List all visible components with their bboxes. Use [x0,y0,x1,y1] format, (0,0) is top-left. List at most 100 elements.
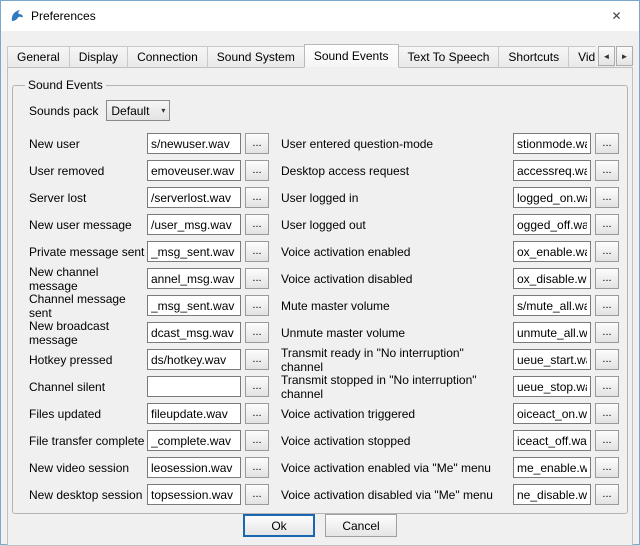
browse-button[interactable]: ... [245,484,269,505]
sound-event-file-input[interactable] [147,376,241,397]
browse-button[interactable]: ... [595,457,619,478]
tab-text-to-speech[interactable]: Text To Speech [398,46,500,67]
sound-event-file-input[interactable] [147,349,241,370]
sound-event-row: Transmit ready in "No interruption" chan… [281,349,619,370]
sounds-pack-value: Default [111,104,149,118]
sound-event-label: Voice activation enabled [281,245,513,259]
sounds-pack-label: Sounds pack [29,104,98,118]
tab-scroll-right-button[interactable]: ► [616,46,633,66]
sound-event-file-input[interactable] [513,133,591,154]
sound-event-label: Hotkey pressed [29,353,147,367]
browse-button[interactable]: ... [595,187,619,208]
sound-event-row: Hotkey pressed ... [29,349,269,370]
sound-events-columns: New user ... User removed ... Server los… [21,133,619,505]
sound-event-file-input[interactable] [147,484,241,505]
browse-button[interactable]: ... [245,349,269,370]
sound-event-row: Channel silent ... [29,376,269,397]
browse-button[interactable]: ... [245,268,269,289]
browse-button[interactable]: ... [245,457,269,478]
sounds-pack-select[interactable]: Default ▾ [106,100,170,121]
sound-event-file-input[interactable] [513,268,591,289]
browse-button[interactable]: ... [595,376,619,397]
sound-event-file-input[interactable] [513,430,591,451]
sound-event-file-input[interactable] [513,457,591,478]
browse-button[interactable]: ... [595,295,619,316]
browse-button[interactable]: ... [245,430,269,451]
sound-event-label: Transmit stopped in "No interruption" ch… [281,373,513,401]
sound-event-label: Voice activation disabled via "Me" menu [281,488,513,502]
sound-event-row: Voice activation disabled ... [281,268,619,289]
sound-event-file-input[interactable] [147,322,241,343]
browse-button[interactable]: ... [245,241,269,262]
sound-event-file-input[interactable] [513,376,591,397]
browse-button[interactable]: ... [595,133,619,154]
sound-event-file-input[interactable] [513,349,591,370]
sound-event-label: Files updated [29,407,147,421]
browse-button[interactable]: ... [245,133,269,154]
browse-button[interactable]: ... [595,268,619,289]
browse-button[interactable]: ... [245,214,269,235]
sound-event-file-input[interactable] [147,430,241,451]
sound-event-label: Channel message sent [29,292,147,320]
tab-scroll-left-button[interactable]: ◄ [598,46,615,66]
tab-display[interactable]: Display [69,46,128,67]
tab-sound-system[interactable]: Sound System [207,46,305,67]
browse-button[interactable]: ... [595,214,619,235]
sound-event-label: User removed [29,164,147,178]
sound-event-file-input[interactable] [147,187,241,208]
browse-button[interactable]: ... [595,160,619,181]
tab-general[interactable]: General [7,46,70,67]
sound-event-file-input[interactable] [147,403,241,424]
tab-shortcuts[interactable]: Shortcuts [498,46,569,67]
sound-event-label: File transfer complete [29,434,147,448]
browse-button[interactable]: ... [595,430,619,451]
browse-button[interactable]: ... [245,376,269,397]
browse-button[interactable]: ... [245,322,269,343]
sound-event-file-input[interactable] [147,268,241,289]
sound-event-file-input[interactable] [513,160,591,181]
sound-event-file-input[interactable] [513,214,591,235]
sound-event-file-input[interactable] [147,295,241,316]
tab-sound-events[interactable]: Sound Events [304,44,399,68]
sound-event-file-input[interactable] [513,241,591,262]
tab-bar: General Display Connection Sound System … [7,44,633,67]
sound-event-label: Voice activation disabled [281,272,513,286]
tab-scroll-control: ◄ ► [595,46,633,66]
browse-button[interactable]: ... [245,160,269,181]
browse-button[interactable]: ... [595,349,619,370]
browse-button[interactable]: ... [595,484,619,505]
browse-button[interactable]: ... [595,322,619,343]
sound-event-label: New channel message [29,265,147,293]
cancel-button[interactable]: Cancel [325,514,397,537]
sound-event-file-input[interactable] [513,322,591,343]
browse-button[interactable]: ... [595,403,619,424]
browse-button[interactable]: ... [245,295,269,316]
sound-event-file-input[interactable] [513,187,591,208]
sound-event-file-input[interactable] [147,160,241,181]
sound-event-file-input[interactable] [147,241,241,262]
sound-event-label: Voice activation enabled via "Me" menu [281,461,513,475]
close-button[interactable]: ✕ [594,1,639,31]
sound-event-row: Voice activation enabled ... [281,241,619,262]
sound-event-row: User removed ... [29,160,269,181]
browse-button[interactable]: ... [595,241,619,262]
sound-event-file-input[interactable] [513,295,591,316]
sound-event-row: Server lost ... [29,187,269,208]
browse-button[interactable]: ... [245,187,269,208]
sound-event-file-input[interactable] [147,457,241,478]
sound-events-column-right: User entered question-mode ... Desktop a… [281,133,619,505]
sound-event-file-input[interactable] [513,484,591,505]
tab-connection[interactable]: Connection [127,46,208,67]
browse-button[interactable]: ... [245,403,269,424]
chevron-right-icon: ► [621,52,629,61]
sound-event-label: User entered question-mode [281,137,513,151]
sound-event-file-input[interactable] [513,403,591,424]
ok-button[interactable]: Ok [243,514,315,537]
titlebar[interactable]: Preferences ✕ [1,1,639,31]
sound-event-label: Voice activation stopped [281,434,513,448]
sound-event-row: Unmute master volume ... [281,322,619,343]
chevron-left-icon: ◄ [603,52,611,61]
sound-event-label: Transmit ready in "No interruption" chan… [281,346,513,374]
sound-event-file-input[interactable] [147,214,241,235]
sound-event-file-input[interactable] [147,133,241,154]
